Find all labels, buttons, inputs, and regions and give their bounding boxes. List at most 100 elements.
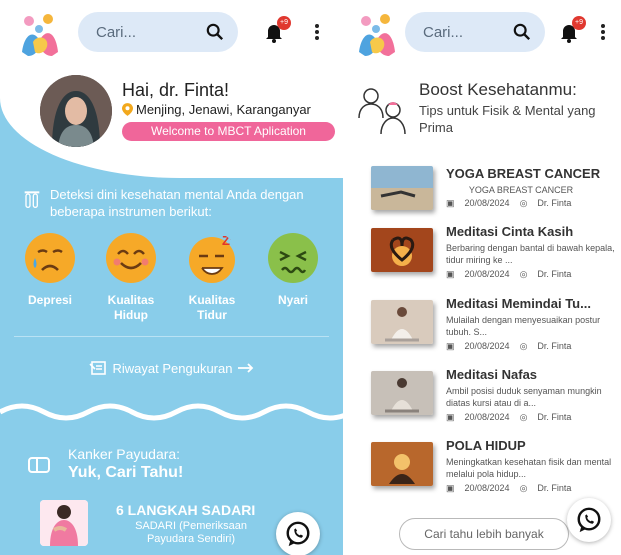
heart-hands-sunset-image-icon (371, 228, 433, 272)
breast-check-illustration-icon (40, 500, 88, 546)
article-meta: ▣ 20/08/2024 ◎ Dr. Finta (446, 341, 571, 352)
search-icon[interactable] (206, 23, 224, 41)
article-card[interactable]: YOGA BREAST CANCER YOGA BREAST CANCER ▣ 2… (371, 166, 621, 228)
search-input[interactable]: Cari... (78, 12, 238, 52)
book-icon (28, 457, 50, 473)
sadari-title[interactable]: 6 LANGKAH SADARI (116, 502, 255, 518)
instrument-label: Kualitas Tidur (188, 293, 236, 322)
author-icon: ◎ (519, 341, 528, 351)
article-thumbnail (371, 166, 433, 210)
instrument-label: Nyari (277, 293, 309, 307)
location-pin-icon (122, 103, 133, 116)
article-meta: ▣ 20/08/2024 ◎ Dr. Finta (446, 198, 571, 209)
notification-button[interactable]: +9 (557, 16, 586, 46)
article-summary: Meningkatkan kesehatan fisik dan mental … (446, 457, 612, 479)
article-author: Dr. Finta (537, 483, 572, 493)
calendar-icon: ▣ (446, 198, 455, 208)
article-card[interactable]: Meditasi Memindai Tu... Mulailah dengan … (371, 296, 621, 358)
arrow-right-icon (238, 363, 254, 373)
article-date: 20/08/2024 (464, 412, 510, 422)
smile-face-icon (106, 233, 156, 283)
notification-badge: +9 (572, 16, 586, 30)
test-tubes-icon (24, 191, 40, 208)
more-menu-icon[interactable] (312, 22, 322, 44)
search-placeholder: Cari... (96, 23, 137, 41)
svg-text:Z: Z (222, 233, 230, 248)
calendar-icon: ▣ (446, 412, 455, 422)
whatsapp-icon (286, 521, 310, 547)
sleepy-face-icon: Z z (189, 232, 235, 283)
location-row: Menjing, Jenawi, Karanganyar (122, 102, 311, 117)
svg-text:z: z (230, 232, 235, 242)
article-title: Meditasi Memindai Tu... (446, 296, 591, 311)
sad-face-icon (25, 233, 75, 283)
article-author: Dr. Finta (537, 269, 572, 279)
home-screen: Cari... +9 Hai, dr. Finta! Menjing, Jena… (0, 0, 343, 555)
article-date: 20/08/2024 (464, 483, 510, 493)
riwayat-label: Riwayat Pengukuran (112, 360, 233, 376)
author-icon: ◎ (519, 412, 528, 422)
instrument-depresi[interactable]: Depresi (14, 232, 86, 323)
author-icon: ◎ (519, 483, 528, 493)
article-summary: YOGA BREAST CANCER (468, 185, 574, 195)
article-meta: ▣ 20/08/2024 ◎ Dr. Finta (446, 269, 571, 280)
kanker-heading: Kanker Payudara: (68, 446, 181, 462)
article-title: Meditasi Cinta Kasih (446, 224, 574, 239)
instrument-label: Kualitas Hidup (107, 293, 155, 322)
avatar[interactable] (40, 75, 112, 147)
article-meta: ▣ 20/08/2024 ◎ Dr. Finta (446, 483, 571, 494)
article-author: Dr. Finta (537, 198, 572, 208)
article-date: 20/08/2024 (464, 269, 510, 279)
article-title: YOGA BREAST CANCER (446, 166, 601, 181)
calendar-icon: ▣ (446, 483, 455, 493)
breathing-meditation-image-icon (371, 371, 433, 415)
calendar-icon: ▣ (446, 269, 455, 279)
instrument-label: Depresi (27, 293, 73, 307)
instrument-list: Depresi Kualitas Hidup Z z Kualitas Tidu… (14, 232, 329, 323)
history-icon (88, 361, 106, 375)
instrument-kualitas-tidur[interactable]: Z z Kualitas Tidur (176, 232, 248, 323)
article-summary: Berbaring dengan bantal di bawah kepala,… (446, 243, 615, 265)
article-date: 20/08/2024 (464, 341, 510, 351)
author-icon: ◎ (519, 269, 528, 279)
calendar-icon: ▣ (446, 341, 455, 351)
search-icon[interactable] (513, 23, 531, 41)
article-title: POLA HIDUP (446, 438, 526, 453)
article-card[interactable]: Meditasi Nafas Ambil posisi duduk senyam… (371, 367, 621, 429)
search-placeholder: Cari... (423, 23, 464, 41)
divider (14, 336, 329, 337)
instrument-kualitas-hidup[interactable]: Kualitas Hidup (95, 232, 167, 323)
sick-face-icon (268, 233, 318, 283)
article-meta: ▣ 20/08/2024 ◎ Dr. Finta (446, 412, 571, 423)
notification-button[interactable]: +9 (262, 16, 291, 46)
top-bar: Cari... +9 (0, 0, 343, 68)
whatsapp-button[interactable] (567, 498, 611, 542)
article-card[interactable]: Meditasi Cinta Kasih Berbaring dengan ba… (371, 224, 621, 286)
avatar-photo-icon (40, 75, 112, 147)
app-logo-icon (22, 14, 58, 56)
boost-title: Boost Kesehatanmu: (419, 80, 577, 99)
cari-tahu-button[interactable]: Cari tahu lebih banyak (399, 518, 569, 550)
riwayat-link[interactable]: Riwayat Pengukuran (0, 360, 343, 376)
deteksi-text: Deteksi dini kesehatan mental Anda denga… (49, 187, 304, 219)
article-summary: Ambil posisi duduk senyaman mungkin diat… (446, 386, 602, 408)
welcome-badge: Welcome to MBCT Aplication (122, 122, 335, 141)
sadari-thumbnail[interactable] (40, 500, 88, 546)
article-card[interactable]: POLA HIDUP Meningkatkan kesehatan fisik … (371, 438, 621, 500)
yoga-beach-image-icon (371, 166, 433, 210)
article-thumbnail (371, 371, 433, 415)
article-date: 20/08/2024 (464, 198, 510, 208)
instrument-nyari[interactable]: Nyari (257, 232, 329, 323)
article-title: Meditasi Nafas (446, 367, 538, 382)
whatsapp-icon (577, 507, 601, 533)
search-input[interactable]: Cari... (405, 12, 545, 52)
more-menu-icon[interactable] (598, 22, 608, 44)
meditation-woman-image-icon (371, 300, 433, 344)
article-thumbnail (371, 442, 433, 486)
notification-badge: +9 (277, 16, 291, 30)
article-author: Dr. Finta (537, 341, 572, 351)
greeting-text: Hai, dr. Finta! (122, 80, 230, 100)
whatsapp-button[interactable] (276, 512, 320, 555)
app-logo-icon (359, 14, 395, 56)
boost-subtitle: Tips untuk Fisik & Mental yang Prima (419, 103, 596, 135)
